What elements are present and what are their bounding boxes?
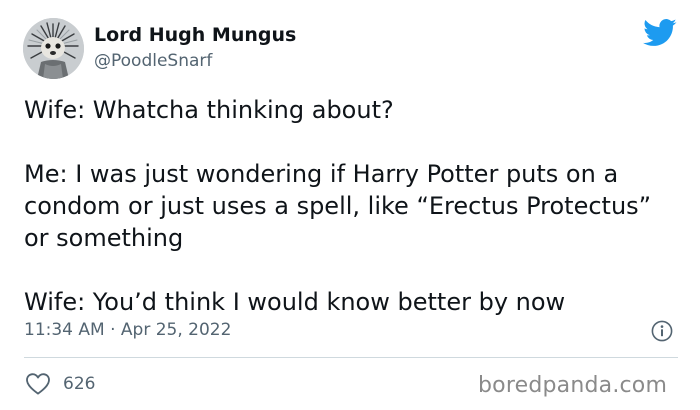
tweet-time[interactable]: 11:34 AM	[24, 320, 105, 340]
timestamp-separator: ·	[110, 320, 116, 340]
tweet-paragraph: Me: I was just wondering if Harry Potter…	[24, 160, 652, 252]
watermark: boredpanda.com	[478, 373, 668, 398]
tweet-date[interactable]: Apr 25, 2022	[121, 320, 232, 340]
twitter-bird-icon[interactable]	[643, 18, 677, 48]
tweet-paragraph: Wife: You’d think I would know better by…	[24, 288, 566, 316]
heart-icon[interactable]	[25, 372, 51, 396]
poodle-avatar-icon	[23, 18, 84, 79]
avatar[interactable]	[23, 18, 84, 79]
info-icon[interactable]	[651, 320, 673, 342]
author-display-name[interactable]: Lord Hugh Mungus	[94, 23, 296, 47]
tweet-timestamp[interactable]: 11:34 AM · Apr 25, 2022	[24, 319, 231, 341]
like-count[interactable]: 626	[63, 373, 95, 395]
tweet-paragraph: Wife: Whatcha thinking about?	[24, 96, 394, 124]
author-handle[interactable]: @PoodleSnarf	[94, 50, 212, 72]
tweet-text: Wife: Whatcha thinking about? Me: I was …	[24, 94, 674, 318]
divider	[24, 357, 678, 358]
